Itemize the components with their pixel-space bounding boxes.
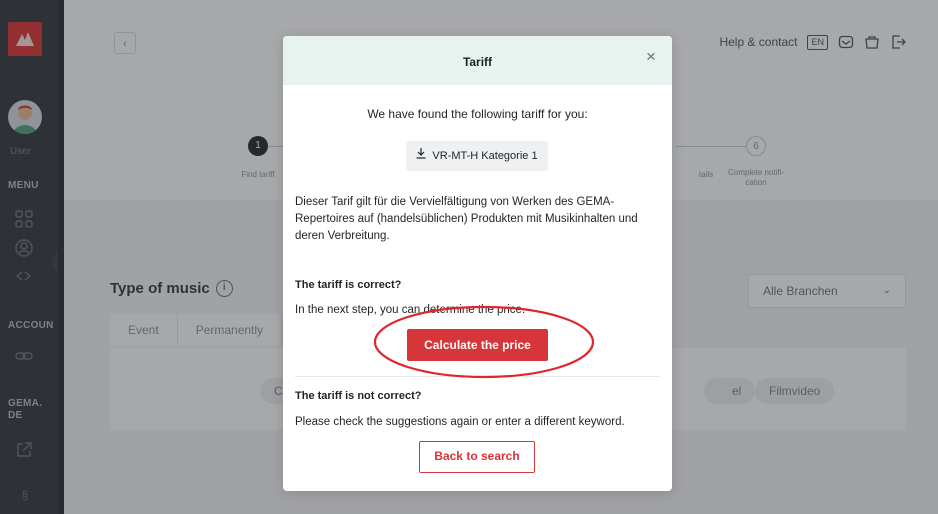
tariff-correct-heading: The tariff is correct? [295, 279, 402, 291]
download-icon [416, 141, 426, 171]
tariff-download-button[interactable]: VR-MT-H Kategorie 1 [406, 141, 548, 171]
calculate-price-button[interactable]: Calculate the price [407, 329, 548, 361]
tariff-modal: Tariff × We have found the following tar… [283, 36, 672, 491]
tariff-incorrect-text: Please check the suggestions again or en… [295, 416, 625, 428]
tariff-description: Dieser Tarif gilt für die Vervielfältigu… [295, 196, 638, 242]
back-to-search-button[interactable]: Back to search [419, 441, 535, 473]
tariff-name: VR-MT-H Kategorie 1 [432, 150, 538, 162]
tariff-incorrect-heading: The tariff is not correct? [295, 390, 422, 402]
modal-title: Tariff [462, 55, 493, 69]
found-tariff-text: We have found the following tariff for y… [367, 107, 588, 121]
tariff-correct-text: In the next step, you can determine the … [295, 304, 526, 316]
divider [295, 376, 660, 377]
close-icon[interactable]: × [642, 48, 660, 66]
